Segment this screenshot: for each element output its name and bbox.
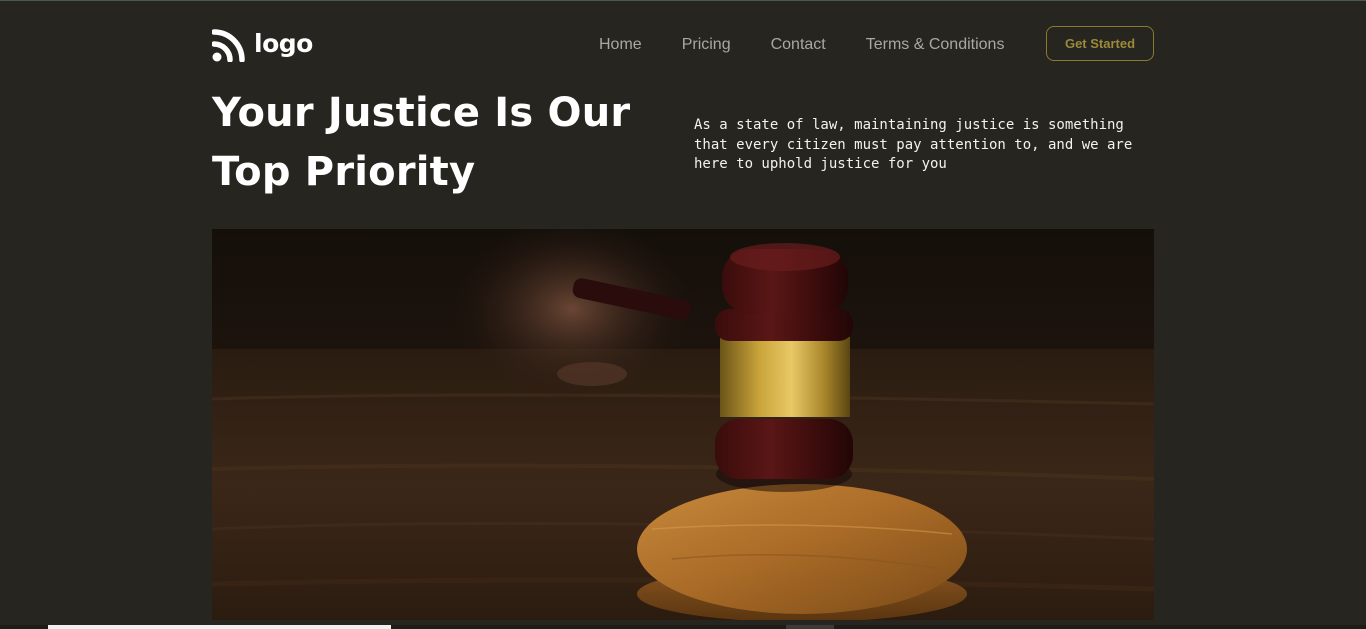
nav-pricing-link[interactable]: Pricing	[682, 36, 731, 54]
scrollbar-segment	[786, 625, 834, 629]
rss-feed-icon	[212, 29, 245, 62]
hero-image	[212, 229, 1154, 620]
hero-description: As a state of law, maintaining justice i…	[694, 117, 1133, 172]
brand-logo[interactable]: logo	[212, 28, 313, 62]
scrollbar-thumb[interactable]	[48, 625, 391, 629]
judge-gavel-photo	[212, 229, 1154, 620]
nav-contact-link[interactable]: Contact	[771, 36, 826, 54]
nav-terms-link[interactable]: Terms & Conditions	[866, 36, 1005, 54]
top-border	[0, 0, 1366, 1]
hero-title: Your Justice Is Our Top Priority	[212, 90, 631, 195]
site-header: logo Home Pricing Contact Terms & Condit…	[212, 26, 1154, 64]
get-started-button[interactable]: Get Started	[1046, 26, 1154, 61]
nav-home-link[interactable]: Home	[599, 36, 642, 54]
main-nav: Home Pricing Contact Terms & Conditions	[599, 26, 1004, 64]
horizontal-scrollbar[interactable]	[0, 625, 1366, 629]
logo-text: logo	[254, 28, 313, 58]
